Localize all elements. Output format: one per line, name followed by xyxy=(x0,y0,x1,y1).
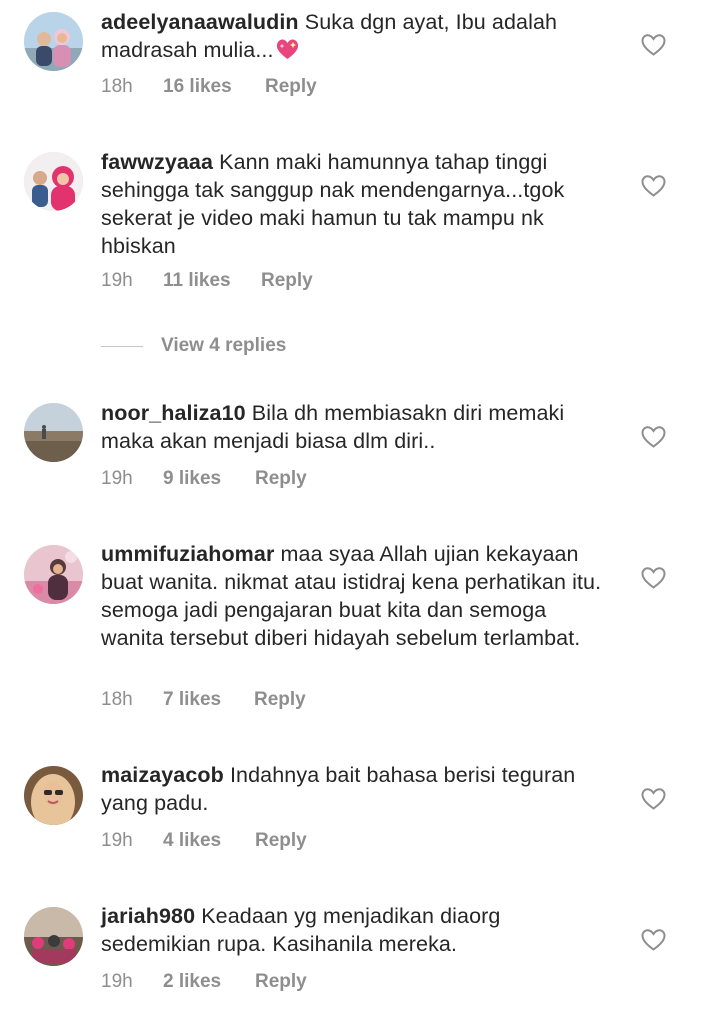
like-button[interactable] xyxy=(641,34,666,56)
comment-text: maizayacob Indahnya bait bahasa berisi t… xyxy=(101,761,611,817)
avatar[interactable] xyxy=(24,766,83,825)
heart-outline-icon xyxy=(641,567,666,589)
comment-time: 18h xyxy=(101,76,133,97)
like-button[interactable] xyxy=(641,788,666,810)
likes-count[interactable]: 2 likes xyxy=(163,970,221,994)
comment-username[interactable]: fawwzyaaa xyxy=(101,150,213,174)
avatar-image xyxy=(24,545,83,604)
comment-text: fawwzyaaa Kann maki hamunnya tahap tingg… xyxy=(101,148,611,260)
comment-text: adeelyanaawaludin Suka dgn ayat, Ibu ada… xyxy=(101,8,611,64)
likes-count[interactable]: 11 likes xyxy=(163,269,231,293)
comment-time: 18h xyxy=(101,689,133,710)
replies-divider xyxy=(101,346,143,347)
avatar-image xyxy=(24,12,83,71)
avatar-image xyxy=(24,766,83,825)
heart-outline-icon xyxy=(641,929,666,951)
comment-username[interactable]: maizayacob xyxy=(101,763,224,787)
reply-button[interactable]: Reply xyxy=(261,269,313,293)
likes-count[interactable]: 9 likes xyxy=(163,467,221,491)
avatar-image xyxy=(24,403,83,462)
reply-button[interactable]: Reply xyxy=(255,467,307,491)
avatar[interactable] xyxy=(24,545,83,604)
reply-button[interactable]: Reply xyxy=(255,829,307,853)
comment-time: 19h xyxy=(101,971,133,992)
reply-button[interactable]: Reply xyxy=(255,970,307,994)
comment-text: jariah980 Keadaan yg menjadikan diaorg s… xyxy=(101,902,611,958)
comment-username[interactable]: jariah980 xyxy=(101,904,195,928)
comment-text: noor_haliza10 Bila dh membiasakn diri me… xyxy=(101,399,611,455)
likes-count[interactable]: 7 likes xyxy=(163,688,221,712)
heart-outline-icon xyxy=(641,788,666,810)
avatar-image xyxy=(24,907,83,966)
view-replies-label[interactable]: View 4 replies xyxy=(161,335,286,357)
comment-time: 19h xyxy=(101,468,133,489)
view-replies[interactable]: View 4 replies xyxy=(101,333,401,361)
like-button[interactable] xyxy=(641,175,666,197)
likes-count[interactable]: 16 likes xyxy=(163,75,232,99)
like-button[interactable] xyxy=(641,929,666,951)
avatar[interactable] xyxy=(24,12,83,71)
sparkling-heart-icon xyxy=(276,39,298,59)
likes-count[interactable]: 4 likes xyxy=(163,829,221,853)
comment-username[interactable]: ummifuziahomar xyxy=(101,542,274,566)
avatar-image xyxy=(24,152,83,211)
heart-outline-icon xyxy=(641,426,666,448)
like-button[interactable] xyxy=(641,426,666,448)
comment-username[interactable]: noor_haliza10 xyxy=(101,401,246,425)
comment-time: 19h xyxy=(101,270,133,291)
comment-username[interactable]: adeelyanaawaludin xyxy=(101,10,299,34)
comment-time: 19h xyxy=(101,830,133,851)
reply-button[interactable]: Reply xyxy=(265,75,317,99)
avatar[interactable] xyxy=(24,907,83,966)
comment-text: ummifuziahomar maa syaa Allah ujian keka… xyxy=(101,540,611,652)
heart-outline-icon xyxy=(641,34,666,56)
like-button[interactable] xyxy=(641,567,666,589)
avatar[interactable] xyxy=(24,403,83,462)
avatar[interactable] xyxy=(24,152,83,211)
reply-button[interactable]: Reply xyxy=(254,688,306,712)
heart-outline-icon xyxy=(641,175,666,197)
